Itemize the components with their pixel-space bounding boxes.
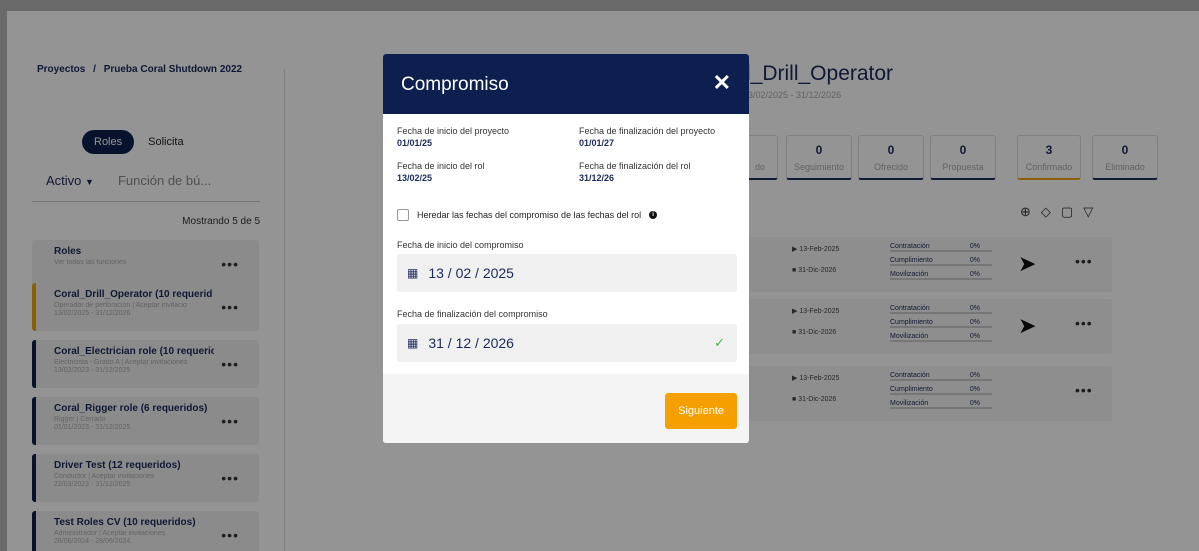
modal-header: Compromiso ✕ (383, 54, 749, 114)
project-start: Fecha de inicio del proyecto 01/01/25 (397, 126, 509, 148)
next-button[interactable]: Siguiente (665, 393, 737, 429)
project-end-value: 01/01/27 (579, 138, 615, 148)
inherit-dates-option: Heredar las fechas del compromiso de las… (397, 209, 658, 221)
role-start: Fecha de inicio del rol 13/02/25 (397, 161, 485, 183)
role-end: Fecha de finalización del rol 31/12/26 (579, 161, 691, 183)
role-end-value: 31/12/26 (579, 173, 615, 183)
role-start-value: 13/02/25 (397, 173, 433, 183)
role-start-label: Fecha de inicio del rol (397, 161, 485, 171)
close-icon[interactable]: ✕ (713, 70, 731, 96)
end-date-label: Fecha de finalización del compromiso (397, 309, 548, 319)
end-date-field[interactable]: ▦ 31 / 12 / 2026 ✓ (397, 324, 737, 362)
role-end-label: Fecha de finalización del rol (579, 161, 691, 171)
start-date-field[interactable]: ▦ 13 / 02 / 2025 (397, 254, 737, 292)
commitment-modal: Compromiso ✕ Fecha de inicio del proyect… (383, 54, 749, 443)
inherit-dates-checkbox[interactable] (397, 209, 409, 221)
end-date-value: 31 / 12 / 2026 (428, 335, 514, 351)
project-start-value: 01/01/25 (397, 138, 433, 148)
start-date-value: 13 / 02 / 2025 (428, 265, 514, 281)
calendar-icon: ▦ (407, 336, 419, 350)
info-icon[interactable]: i (649, 211, 658, 219)
check-icon: ✓ (714, 335, 725, 350)
modal-title: Compromiso (401, 74, 509, 95)
modal-footer: Siguiente (383, 374, 749, 443)
calendar-icon: ▦ (407, 266, 419, 280)
project-end-label: Fecha de finalización del proyecto (579, 126, 716, 136)
project-end: Fecha de finalización del proyecto 01/01/… (579, 126, 715, 148)
project-start-label: Fecha de inicio del proyecto (397, 126, 510, 136)
start-date-label: Fecha de inicio del compromiso (397, 240, 524, 250)
inherit-dates-label: Heredar las fechas del compromiso de las… (417, 210, 642, 220)
